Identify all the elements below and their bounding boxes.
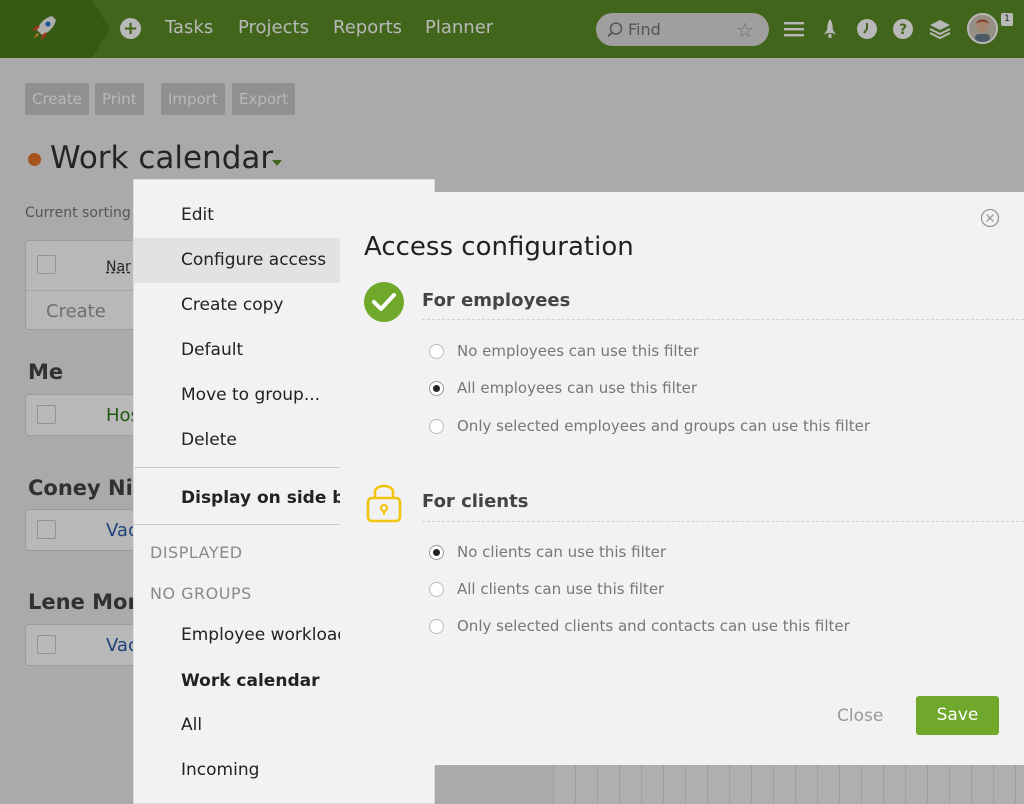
radio-label: All clients can use this filter: [457, 580, 665, 598]
section-no-groups: NO GROUPS: [150, 584, 252, 603]
radio-label: No employees can use this filter: [457, 342, 699, 360]
radio-button[interactable]: [429, 582, 444, 597]
section-divider: [422, 521, 1024, 522]
radio-button[interactable]: [429, 344, 444, 359]
close-icon[interactable]: [980, 208, 1000, 228]
radio-button-selected[interactable]: [429, 381, 444, 396]
access-configuration-dialog: Access configuration For employees No em…: [340, 192, 1024, 765]
section-title-clients: For clients: [422, 491, 529, 512]
radio-button[interactable]: [429, 619, 444, 634]
section-title-employees: For employees: [422, 290, 571, 311]
radio-label: No clients can use this filter: [457, 543, 667, 561]
radio-label: Only selected clients and contacts can u…: [457, 617, 850, 635]
radio-button[interactable]: [429, 419, 444, 434]
check-circle-icon: [364, 282, 404, 322]
close-button[interactable]: Close: [837, 706, 883, 726]
section-displayed: DISPLAYED: [150, 543, 243, 562]
radio-label: Only selected employees and groups can u…: [457, 417, 871, 435]
save-button[interactable]: Save: [916, 696, 999, 735]
dialog-title: Access configuration: [364, 232, 634, 262]
lock-icon: [366, 484, 402, 523]
section-divider: [422, 319, 1024, 320]
radio-label: All employees can use this filter: [457, 379, 698, 397]
radio-button-selected[interactable]: [429, 545, 444, 560]
